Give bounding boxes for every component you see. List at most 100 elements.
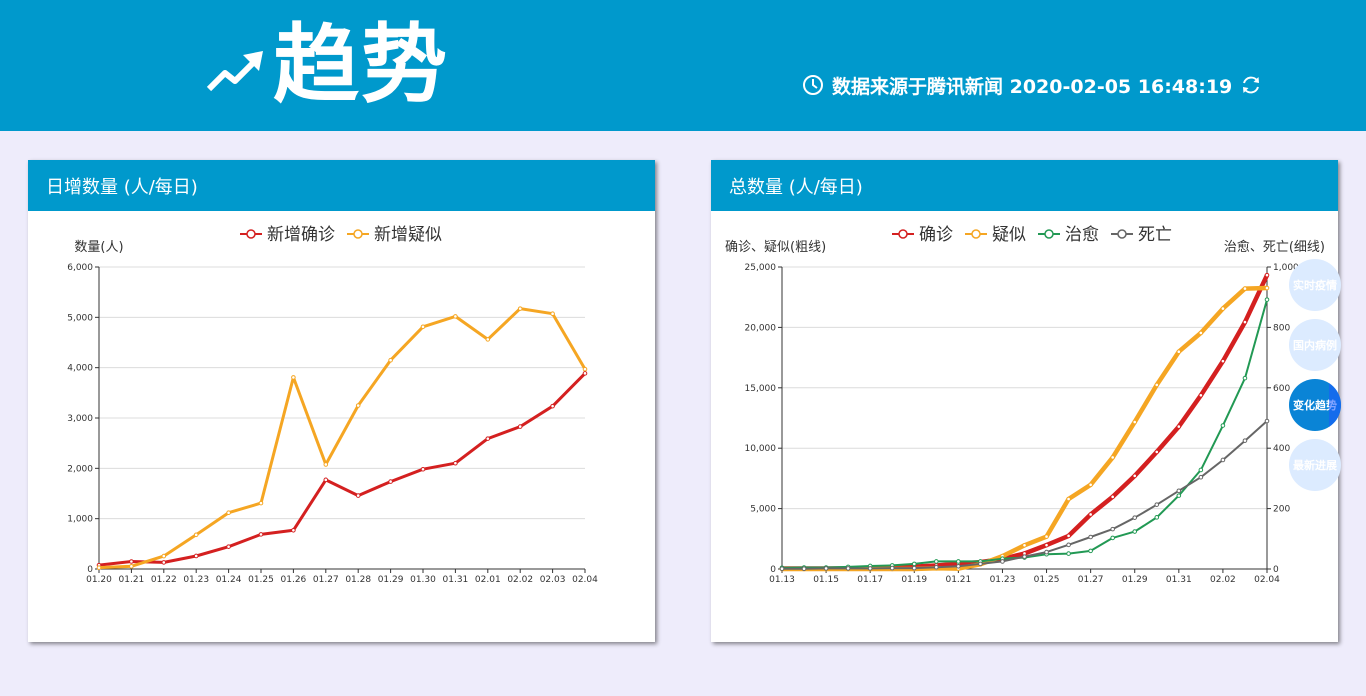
data-point bbox=[1110, 455, 1115, 460]
data-point bbox=[1220, 423, 1226, 428]
total-chart-card: 总数量 (人/每日) 0 5,000 10,000 15,000 20,000 25,00… bbox=[711, 160, 1338, 642]
legend-label: 治愈 bbox=[1065, 225, 1099, 245]
data-point bbox=[1044, 542, 1049, 548]
data-point bbox=[1220, 457, 1226, 463]
series-line-0 bbox=[782, 274, 1270, 571]
legend-swatch-dot bbox=[246, 229, 256, 239]
x-tick-label: 01.29 bbox=[378, 575, 404, 585]
daily-line-chart: 0 1,000 2,000 3,000 4,000 5,000 6,000 01.20 01.2… bbox=[67, 225, 598, 585]
legend-swatch-dot bbox=[1044, 229, 1054, 239]
data-point bbox=[1198, 330, 1204, 336]
y-tick-label: 15,000 bbox=[745, 384, 777, 394]
data-point bbox=[934, 559, 939, 564]
data-point bbox=[934, 564, 939, 570]
data-point bbox=[1154, 502, 1160, 507]
x-tick-label: 02.02 bbox=[507, 575, 533, 585]
data-point bbox=[1242, 286, 1248, 291]
nav-domestic-button[interactable]: 国内病例 bbox=[1289, 319, 1341, 371]
data-point bbox=[193, 553, 199, 559]
x-tick-label: 02.02 bbox=[1210, 575, 1236, 585]
data-point bbox=[1176, 493, 1182, 498]
legend-swatch-dot bbox=[1117, 229, 1127, 239]
x-tick-label: 01.13 bbox=[769, 575, 795, 585]
y-right-tick-label: 400 bbox=[1273, 444, 1290, 454]
data-point bbox=[1110, 494, 1115, 500]
data-point bbox=[291, 527, 296, 533]
total-chart-title: 总数量 (人/每日) bbox=[711, 160, 1338, 211]
x-tick-label: 01.25 bbox=[248, 575, 274, 585]
x-tick-label: 01.21 bbox=[119, 575, 145, 585]
data-point bbox=[582, 366, 588, 372]
data-point bbox=[1176, 349, 1182, 355]
nav-realtime-button[interactable]: 实时疫情 bbox=[1289, 259, 1341, 311]
data-point bbox=[1132, 473, 1138, 479]
data-point bbox=[1044, 534, 1049, 539]
data-point bbox=[258, 500, 264, 506]
y-axis-right-title: 治愈、死亡(细线) bbox=[1224, 240, 1325, 255]
y-tick-label: 10,000 bbox=[745, 444, 777, 454]
data-point bbox=[1022, 542, 1027, 548]
data-point bbox=[161, 560, 167, 565]
data-point bbox=[226, 544, 231, 549]
total-line-chart: 0 5,000 10,000 15,000 20,000 25,000 0 200 400 600… bbox=[725, 225, 1325, 585]
data-point bbox=[1154, 449, 1160, 455]
data-point bbox=[582, 371, 588, 376]
data-point bbox=[193, 532, 199, 538]
clock-icon bbox=[803, 75, 823, 95]
data-point bbox=[323, 477, 329, 483]
data-point bbox=[323, 462, 329, 467]
legend-swatch-dot bbox=[971, 229, 981, 239]
data-point bbox=[129, 559, 134, 564]
y-tick-label: 0 bbox=[770, 565, 776, 575]
data-point bbox=[1110, 526, 1115, 532]
data-point bbox=[388, 479, 393, 484]
data-point bbox=[1132, 529, 1138, 534]
data-point bbox=[1242, 319, 1248, 325]
legend-label: 死亡 bbox=[1138, 225, 1172, 245]
x-tick-label: 02.04 bbox=[572, 575, 598, 585]
series-line-1 bbox=[98, 307, 587, 570]
data-point bbox=[1044, 549, 1049, 555]
trending-up-icon bbox=[206, 51, 263, 92]
nav-trend-button[interactable]: 变化趋势 bbox=[1289, 379, 1341, 431]
data-point bbox=[291, 375, 296, 380]
data-point bbox=[1264, 272, 1270, 278]
data-point bbox=[453, 460, 458, 466]
page-title-group: 趋势 bbox=[205, 10, 449, 120]
x-tick-label: 01.31 bbox=[443, 575, 469, 585]
data-point bbox=[485, 436, 491, 441]
legend-label: 确诊 bbox=[919, 225, 953, 245]
data-point bbox=[1176, 424, 1182, 429]
x-tick-label: 01.25 bbox=[1034, 575, 1060, 585]
data-point bbox=[1066, 542, 1071, 548]
daily-chart-title: 日增数量 (人/每日) bbox=[28, 160, 655, 211]
y-tick-label: 20,000 bbox=[745, 323, 777, 333]
x-tick-label: 02.03 bbox=[540, 575, 566, 585]
data-point bbox=[1000, 559, 1005, 564]
header-bar: 趋势 数据来源于腾讯新闻 2020-02-05 16:48:19 bbox=[0, 0, 1366, 131]
data-point bbox=[1022, 554, 1027, 559]
x-tick-label: 01.29 bbox=[1122, 575, 1148, 585]
data-point bbox=[889, 565, 895, 571]
data-point bbox=[517, 306, 523, 311]
data-point bbox=[823, 566, 829, 571]
data-point bbox=[1088, 534, 1093, 540]
y-tick-label: 5,000 bbox=[750, 505, 776, 515]
data-point bbox=[420, 466, 426, 472]
legend-label: 疑似 bbox=[992, 225, 1026, 245]
data-point bbox=[1088, 512, 1093, 517]
data-point bbox=[550, 311, 555, 317]
x-tick-label: 01.23 bbox=[990, 575, 1016, 585]
nav-news-button[interactable]: 最新进展 bbox=[1289, 439, 1341, 491]
data-point bbox=[1198, 467, 1204, 473]
y-tick-label: 4,000 bbox=[67, 364, 93, 374]
legend-swatch-dot bbox=[353, 229, 363, 239]
series-line-1 bbox=[782, 285, 1268, 572]
legend-label: 新增疑似 bbox=[374, 225, 442, 245]
data-point bbox=[1132, 515, 1138, 520]
x-tick-label: 01.17 bbox=[857, 575, 883, 585]
refresh-icon[interactable] bbox=[1240, 74, 1262, 96]
y-axis-title: 确诊、疑似(粗线) bbox=[725, 239, 826, 255]
y-tick-label: 6,000 bbox=[67, 263, 93, 273]
page-title: 趋势 bbox=[273, 15, 449, 115]
